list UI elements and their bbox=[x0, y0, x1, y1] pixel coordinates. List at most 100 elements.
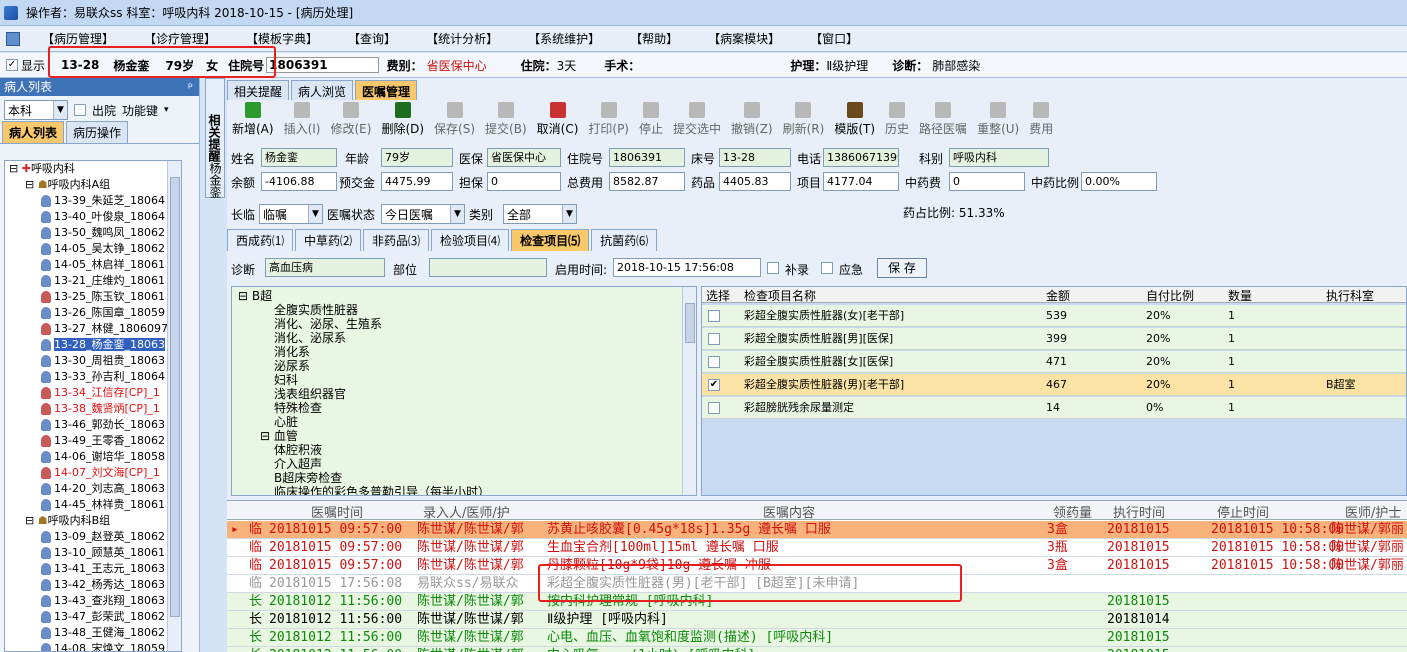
exam-item-row[interactable]: 彩超全腹实质性脏器(女)[老干部] 539 20% 1 bbox=[702, 305, 1406, 327]
category-tree-item[interactable]: B超床旁检查 bbox=[274, 471, 342, 485]
patient-tree-item[interactable]: 13-49_王零香_18062 bbox=[5, 433, 181, 449]
menu-window[interactable]: 【窗口】 bbox=[810, 30, 858, 47]
collapse-icon[interactable]: ⊟ bbox=[25, 514, 38, 527]
category-tree-item[interactable]: 消化、泌尿系 bbox=[274, 331, 346, 345]
category-tree-item[interactable]: 妇科 bbox=[274, 373, 298, 387]
tab-herbal[interactable]: 中草药⑵ bbox=[295, 229, 362, 251]
menu-help[interactable]: 【帮助】 bbox=[630, 30, 678, 47]
discharge-checkbox[interactable] bbox=[74, 104, 86, 116]
exam-item-checkbox[interactable] bbox=[708, 333, 720, 345]
patient-tree-item[interactable]: 13-50_魏鸣凤_18062 bbox=[5, 225, 181, 241]
chevron-down-icon[interactable]: ▼ bbox=[308, 205, 322, 223]
tab-related-reminders[interactable]: 相关提醒 bbox=[227, 80, 290, 100]
category-tree-item[interactable]: 全腹实质性脏器 bbox=[274, 303, 358, 317]
menu-stats[interactable]: 【统计分析】 bbox=[426, 30, 498, 47]
patient-tree-item[interactable]: 13-09_赵登英_18062 bbox=[5, 529, 181, 545]
window-menu-icon[interactable] bbox=[6, 31, 20, 46]
patient-tree-item[interactable]: 13-21_庄维灼_18061 bbox=[5, 273, 181, 289]
menu-template[interactable]: 【模板字典】 bbox=[246, 30, 318, 47]
toolbar-button-13[interactable]: 历史 bbox=[885, 102, 909, 137]
category-select[interactable]: 全部 ▼ bbox=[503, 204, 577, 224]
tab-antibiotics[interactable]: 抗菌药⑹ bbox=[591, 229, 658, 251]
tree-dept-node[interactable]: ⊟ ✚呼吸内科 bbox=[5, 161, 181, 177]
exam-item-row[interactable]: ✔ 彩超全腹实质性脏器(男)[老干部] 467 20% 1 B超室 bbox=[702, 374, 1406, 396]
toolbar-button-1[interactable]: 插入(I) bbox=[284, 102, 320, 137]
patient-tree-item[interactable]: 14-45_林祥贵_18061 bbox=[5, 497, 181, 513]
chevron-down-icon[interactable]: ▼ bbox=[562, 205, 576, 223]
urgent-checkbox[interactable] bbox=[821, 262, 833, 274]
category-tree-item[interactable]: 体腔积液 bbox=[274, 443, 322, 457]
tab-non-drug[interactable]: 非药品⑶ bbox=[363, 229, 430, 251]
patient-tree-item[interactable]: 13-39_朱延芝_18064 bbox=[5, 193, 181, 209]
patient-tree-scrollbar[interactable] bbox=[167, 161, 181, 651]
category-tree-item[interactable]: 心脏 bbox=[274, 415, 298, 429]
toolbar-button-10[interactable]: 撤销(Z) bbox=[731, 102, 773, 137]
patient-tree-item[interactable]: 13-25_陈玉钦_18061 bbox=[5, 289, 181, 305]
patient-tree-item[interactable]: 13-26_陈国章_18059 bbox=[5, 305, 181, 321]
patient-tree-item[interactable]: 13-48_王健海_18062 bbox=[5, 625, 181, 641]
toolbar-button-16[interactable]: 费用 bbox=[1029, 102, 1053, 137]
toolbar-button-8[interactable]: 停止 bbox=[639, 102, 663, 137]
patient-tree-item[interactable]: 13-30_周祖贵_18063 bbox=[5, 353, 181, 369]
collapse-icon[interactable]: ⊟ bbox=[25, 178, 38, 191]
exam-item-row[interactable]: 彩超膀胱残余尿量测定 14 0% 1 bbox=[702, 397, 1406, 419]
patient-tree-item[interactable]: 13-41_王志元_18063 bbox=[5, 561, 181, 577]
start-time-field[interactable]: 2018-10-15 17:56:08 bbox=[613, 258, 761, 277]
patient-tree-item[interactable]: 14-20_刘志高_18063 bbox=[5, 481, 181, 497]
category-tree-item[interactable]: 介入超声 bbox=[274, 457, 322, 471]
patient-tree-item[interactable]: 13-47_彭荣武_18062 bbox=[5, 609, 181, 625]
toolbar-button-15[interactable]: 重整(U) bbox=[977, 102, 1019, 137]
order-row[interactable]: 长 20181012 11:56:00 陈世谋/陈世谋/郭 Ⅱ级护理 [呼吸内科] 20… bbox=[227, 611, 1407, 629]
collapse-icon[interactable]: ⊟ bbox=[9, 162, 22, 175]
toolbar-button-4[interactable]: 保存(S) bbox=[434, 102, 475, 137]
patient-tree-item[interactable]: 14-05_吴太铮_18062 bbox=[5, 241, 181, 257]
patient-tree-item[interactable]: 13-34_江信存[CP]_1 bbox=[5, 385, 181, 401]
tab-patient-list[interactable]: 病人列表 bbox=[2, 121, 65, 143]
order-row[interactable]: 临 20181015 09:57:00 陈世谋/陈世谋/郭 生血宝合剂[100ml]1… bbox=[227, 539, 1407, 557]
part-field[interactable] bbox=[429, 258, 547, 277]
patient-tree-item[interactable]: 14-06_谢培华_18058 bbox=[5, 449, 181, 465]
category-tree-item[interactable]: 泌尿系 bbox=[274, 359, 310, 373]
tab-patient-browse[interactable]: 病人浏览 bbox=[291, 80, 354, 100]
tab-western-drug[interactable]: 西成药⑴ bbox=[227, 229, 294, 251]
tab-emr-ops[interactable]: 病历操作 bbox=[66, 121, 129, 143]
tab-order-management[interactable]: 医嘱管理 bbox=[355, 80, 418, 100]
supplement-checkbox[interactable] bbox=[767, 262, 779, 274]
chevron-down-icon[interactable]: ▼ bbox=[450, 205, 464, 223]
category-tree-item[interactable]: 浅表组织器官 bbox=[274, 387, 346, 401]
toolbar-button-12[interactable]: 模版(T) bbox=[834, 102, 875, 137]
patient-tree-item[interactable]: 14-08_宋焕文_18059 bbox=[5, 641, 181, 651]
toolbar-button-5[interactable]: 提交(B) bbox=[485, 102, 527, 137]
diagnosis-field[interactable]: 高血压病 bbox=[265, 258, 385, 277]
menu-case[interactable]: 【病案模块】 bbox=[708, 30, 780, 47]
function-key-dropdown-icon[interactable]: ▾ bbox=[164, 105, 169, 115]
exam-item-checkbox[interactable] bbox=[708, 356, 720, 368]
toolbar-button-7[interactable]: 打印(P) bbox=[588, 102, 629, 137]
patient-tree-item[interactable]: 14-07_刘文海[CP]_1 bbox=[5, 465, 181, 481]
exam-item-checkbox[interactable] bbox=[708, 310, 720, 322]
toolbar-button-3[interactable]: 删除(D) bbox=[381, 102, 424, 137]
toolbar-button-11[interactable]: 刷新(R) bbox=[783, 102, 824, 137]
toolbar-button-6[interactable]: 取消(C) bbox=[537, 102, 578, 137]
patient-tree-item[interactable]: 13-46_郭劲长_18063 bbox=[5, 417, 181, 433]
dept-select[interactable]: 本科 ▼ bbox=[4, 100, 68, 120]
exam-item-checkbox[interactable] bbox=[708, 402, 720, 414]
patient-tree-item[interactable]: 13-28_杨金銮_18063 bbox=[5, 337, 181, 353]
category-root-node[interactable]: ⊟ B超 bbox=[238, 289, 272, 303]
category-tree-item[interactable]: 特殊检查 bbox=[274, 401, 322, 415]
exam-item-checkbox[interactable]: ✔ bbox=[708, 379, 720, 391]
order-row[interactable]: 长 20181012 11:56:00 陈世谋/陈世谋/郭 心电、血压、血氧饱和度监测… bbox=[227, 629, 1407, 647]
category-tree-item[interactable]: ⊟ 血管 bbox=[260, 429, 298, 443]
toolbar-button-2[interactable]: 修改(E) bbox=[330, 102, 371, 137]
pin-icon[interactable]: ᵖ bbox=[188, 78, 193, 96]
patient-tree-item[interactable]: 13-40_叶俊泉_18064 bbox=[5, 209, 181, 225]
category-tree-item[interactable]: 临床操作的彩色多普勒引导（每半小时） bbox=[274, 485, 490, 495]
category-tree-scrollbar[interactable] bbox=[682, 287, 696, 495]
category-tree-item[interactable]: 消化系 bbox=[274, 345, 310, 359]
tree-group-node[interactable]: ⊟ ☗呼吸内科B组 bbox=[5, 513, 181, 529]
patient-tree-item[interactable]: 14-05_林启祥_18061 bbox=[5, 257, 181, 273]
tab-lab-test[interactable]: 检验项目⑷ bbox=[431, 229, 510, 251]
save-button[interactable]: 保 存 bbox=[877, 258, 927, 278]
menu-system[interactable]: 【系统维护】 bbox=[528, 30, 600, 47]
menu-treatment[interactable]: 【诊疗管理】 bbox=[144, 30, 216, 47]
